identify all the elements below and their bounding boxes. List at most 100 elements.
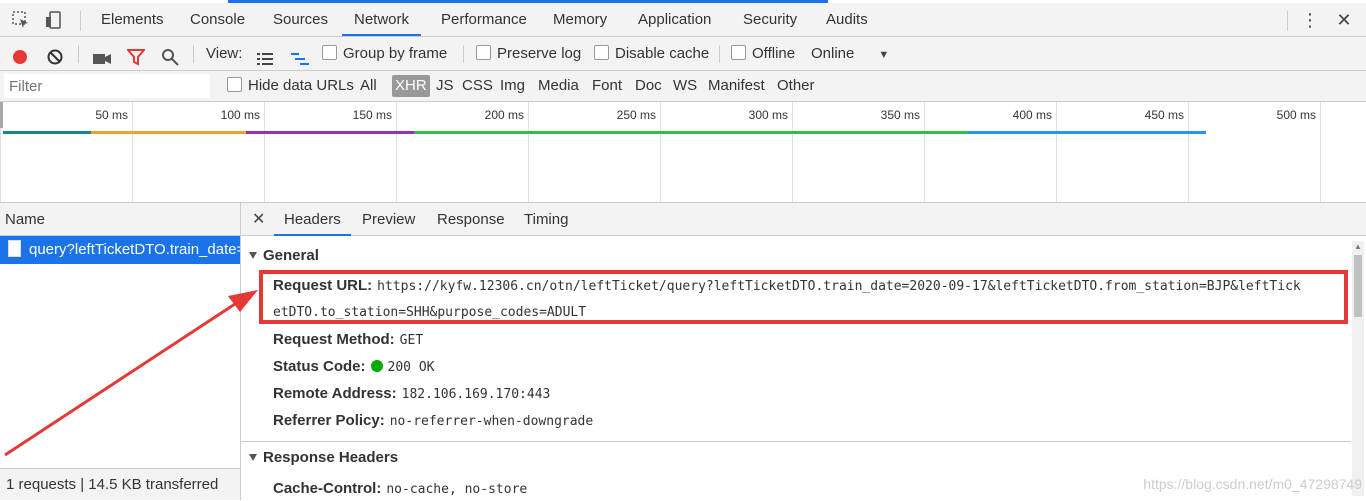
preserve-log-checkbox[interactable]: Preserve log: [476, 37, 581, 70]
tab-memory[interactable]: Memory: [553, 3, 607, 36]
screenshot-camera-icon[interactable]: [92, 46, 112, 64]
response-headers-title: Response Headers: [263, 449, 399, 466]
filter-type-xhr[interactable]: XHR: [392, 75, 430, 97]
search-icon[interactable]: [161, 45, 179, 66]
devtools-tabbar: Elements Console Sources Network Perform…: [0, 3, 1366, 37]
overview-tick: 250 ms: [616, 108, 656, 122]
toolbar-separator: [78, 45, 79, 63]
scroll-up-icon[interactable]: ▲: [1352, 241, 1364, 253]
request-details-pane: ✕ Headers Preview Response Timing Genera…: [241, 203, 1366, 500]
toolbar-separator: [193, 45, 194, 63]
record-icon[interactable]: [11, 45, 29, 64]
overview-marker: [0, 102, 3, 128]
filter-type-other[interactable]: Other: [774, 75, 818, 97]
toolbar-separator: [719, 45, 720, 63]
overview-tick: 450 ms: [1144, 108, 1184, 122]
watermark: https://blog.csdn.net/m0_47298749: [1143, 476, 1362, 492]
cache-control-row: Cache-Control: no-cache, no-store: [273, 480, 527, 497]
checkbox-box[interactable]: [322, 45, 337, 60]
tab-response[interactable]: Response: [437, 203, 505, 236]
offline-checkbox[interactable]: Offline: [731, 37, 795, 70]
network-overview[interactable]: 50 ms 100 ms 150 ms 200 ms 250 ms 300 ms…: [0, 102, 1366, 203]
grid-line: [132, 102, 133, 202]
chevron-down-icon: ▼: [878, 49, 890, 61]
filter-type-js[interactable]: JS: [433, 75, 457, 97]
annotation-highlight-box: [259, 270, 1348, 324]
response-headers-section-toggle[interactable]: Response Headers: [249, 449, 398, 466]
triangle-down-icon: [249, 252, 257, 259]
tab-preview[interactable]: Preview: [362, 203, 415, 236]
close-details-icon[interactable]: ✕: [252, 203, 265, 236]
request-method-key: Request Method:: [273, 331, 395, 348]
remote-address-key: Remote Address:: [273, 385, 397, 402]
hide-data-urls-checkbox[interactable]: Hide data URLs: [224, 75, 357, 97]
scrollbar-thumb[interactable]: [1354, 255, 1362, 317]
tab-separator: [1287, 11, 1288, 31]
document-icon: [8, 240, 21, 257]
network-toolbar: View: Group by frame Preserve log Disabl…: [0, 37, 1366, 71]
tab-performance[interactable]: Performance: [441, 3, 527, 36]
tab-headers[interactable]: Headers: [274, 203, 351, 236]
tab-separator: [80, 11, 81, 31]
grid-line: [792, 102, 793, 202]
filter-type-media[interactable]: Media: [535, 75, 582, 97]
timing-bar-download: [968, 131, 1206, 134]
checkbox-box[interactable]: [594, 45, 609, 60]
grid-line: [396, 102, 397, 202]
filter-type-doc[interactable]: Doc: [632, 75, 665, 97]
overview-tick: 200 ms: [484, 108, 524, 122]
grid-line: [1320, 102, 1321, 202]
tab-network[interactable]: Network: [342, 3, 422, 36]
filter-type-img[interactable]: Img: [497, 75, 528, 97]
overview-tick: 300 ms: [748, 108, 788, 122]
network-status-bar: 1 requests | 14.5 KB transferred: [0, 468, 240, 500]
throttling-select[interactable]: Online ▼: [811, 37, 889, 70]
filter-type-all[interactable]: All: [357, 75, 380, 97]
request-row[interactable]: query?leftTicketDTO.train_date=2020-09-1…: [0, 236, 240, 264]
group-by-frame-checkbox[interactable]: Group by frame: [322, 37, 447, 70]
tab-sources[interactable]: Sources: [273, 3, 328, 36]
tab-application[interactable]: Application: [638, 3, 711, 36]
checkbox-box[interactable]: [731, 45, 746, 60]
throttling-value: Online: [811, 45, 855, 62]
more-options-icon[interactable]: ⋮: [1299, 9, 1321, 31]
grid-line: [660, 102, 661, 202]
general-section-toggle[interactable]: General: [249, 247, 319, 264]
cache-control-value: no-cache, no-store: [386, 482, 528, 497]
filter-funnel-icon[interactable]: [125, 45, 147, 66]
disable-cache-checkbox[interactable]: Disable cache: [594, 37, 709, 70]
overview-tick: 400 ms: [1012, 108, 1052, 122]
overview-tick: 50 ms: [95, 108, 128, 122]
section-divider: [241, 441, 1351, 442]
details-scrollbar[interactable]: ▲: [1352, 241, 1364, 496]
tab-elements[interactable]: Elements: [101, 3, 164, 36]
referrer-policy-key: Referrer Policy:: [273, 412, 385, 429]
inspect-element-icon[interactable]: [10, 9, 32, 31]
waterfall-overview-icon[interactable]: [290, 46, 310, 65]
large-rows-icon[interactable]: [256, 46, 274, 65]
filter-bar: Hide data URLs All XHR JS CSS Img Media …: [0, 71, 1366, 102]
close-devtools-icon[interactable]: ✕: [1333, 9, 1355, 31]
filter-type-font[interactable]: Font: [589, 75, 625, 97]
remote-address-value: 182.106.169.170:443: [401, 387, 551, 402]
timing-bar-ssl: [91, 131, 246, 134]
filter-type-css[interactable]: CSS: [459, 75, 496, 97]
filter-input[interactable]: [4, 74, 210, 98]
tab-console[interactable]: Console: [190, 3, 245, 36]
tab-security[interactable]: Security: [743, 3, 797, 36]
timing-bar-request: [246, 131, 414, 134]
filter-type-ws[interactable]: WS: [670, 75, 700, 97]
grid-line: [1056, 102, 1057, 202]
tab-timing[interactable]: Timing: [524, 203, 568, 236]
hide-data-urls-label: Hide data URLs: [248, 77, 354, 94]
tab-audits[interactable]: Audits: [826, 3, 868, 36]
status-code-value: 200 OK: [387, 360, 435, 375]
name-column-header[interactable]: Name: [0, 203, 240, 236]
grid-line: [528, 102, 529, 202]
status-code-row: Status Code: 200 OK: [273, 358, 434, 375]
checkbox-box[interactable]: [227, 77, 242, 92]
clear-icon[interactable]: [46, 45, 64, 65]
filter-type-manifest[interactable]: Manifest: [705, 75, 768, 97]
checkbox-box[interactable]: [476, 45, 491, 60]
device-toolbar-icon[interactable]: [43, 9, 65, 31]
